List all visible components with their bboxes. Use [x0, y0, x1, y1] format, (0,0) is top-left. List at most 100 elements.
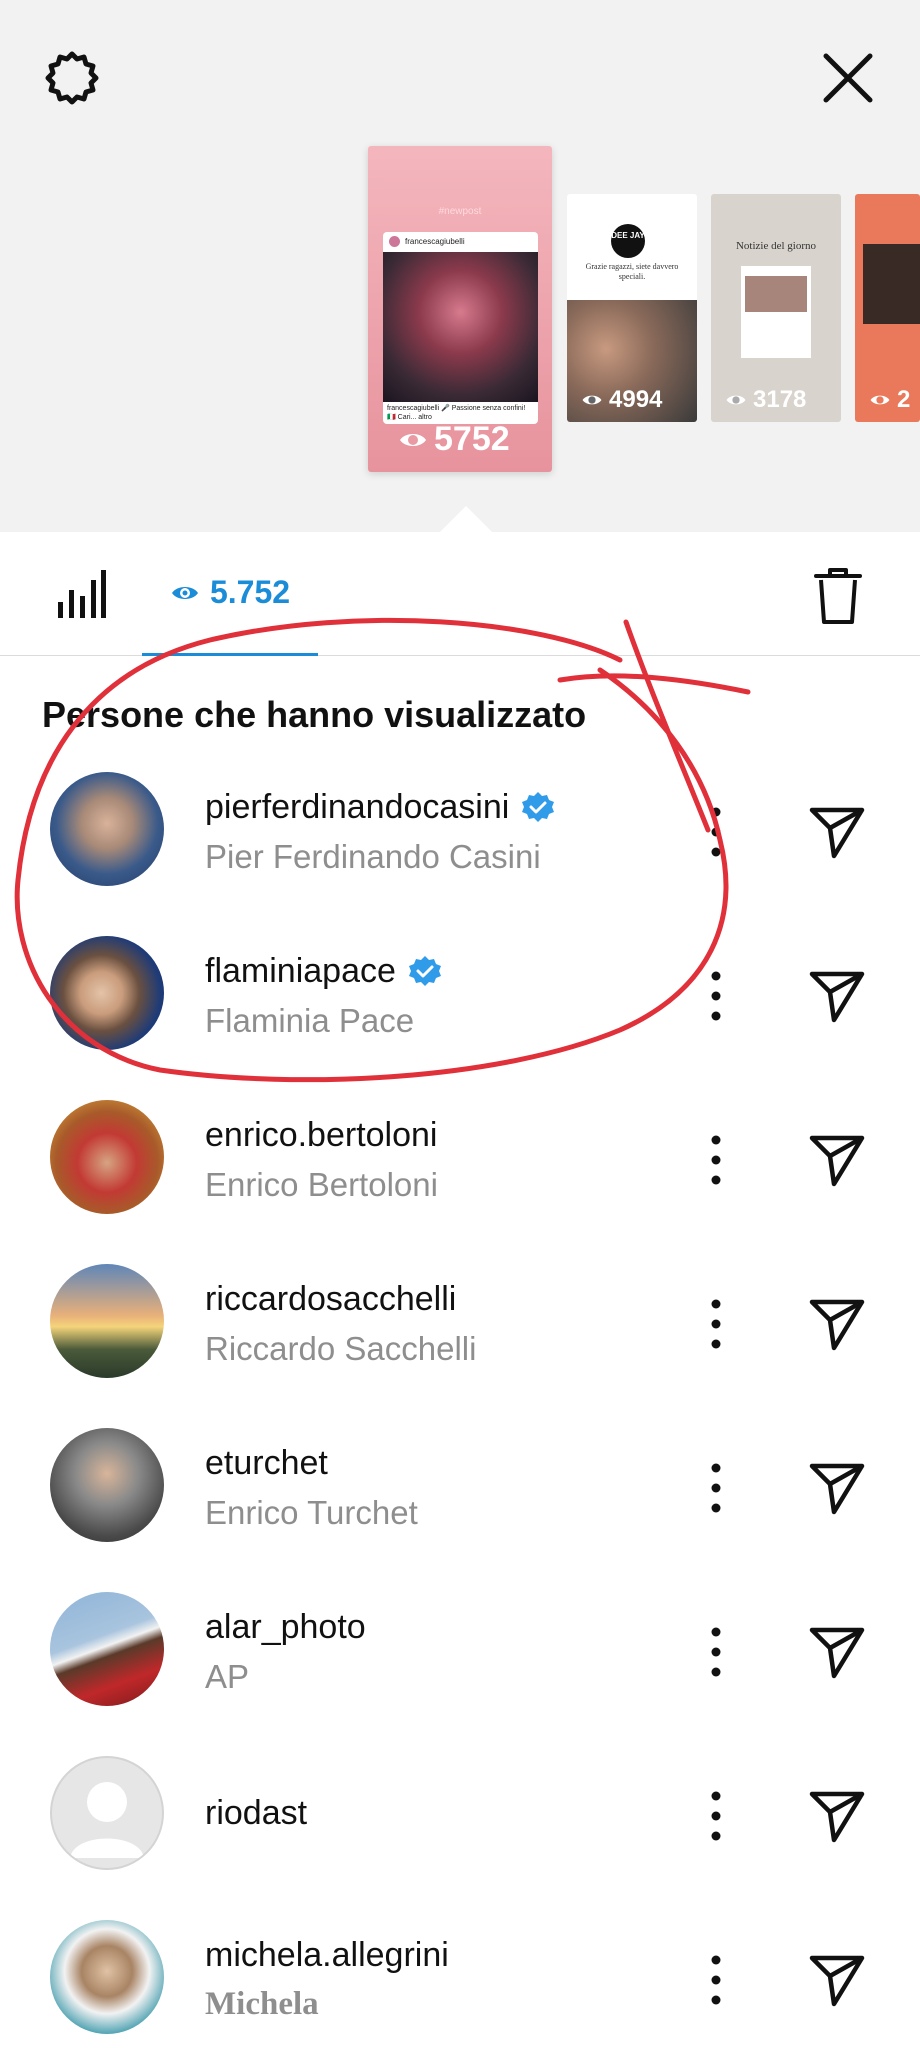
more-vertical-icon: [711, 971, 721, 1021]
username-text: riodast: [205, 1794, 308, 1832]
shared-post-card: francescagiubelli francescagiubelli 🎤 Pa…: [383, 232, 538, 424]
username-text: pierferdinandocasini: [205, 788, 510, 826]
tab-viewers[interactable]: 5.752: [142, 532, 318, 656]
story-title: Notizie del giorno: [735, 240, 817, 252]
send-icon: [809, 1463, 865, 1515]
viewer-row[interactable]: michela.allegrini Michela: [0, 1898, 920, 2048]
viewer-row[interactable]: riodast: [0, 1734, 920, 1898]
send-message-button[interactable]: [806, 1456, 868, 1518]
send-message-button[interactable]: [806, 1128, 868, 1190]
viewer-username[interactable]: riodast: [205, 1794, 307, 1833]
bar-chart-icon: [58, 570, 106, 618]
post-avatar: [389, 236, 400, 247]
section-title: Persone che hanno visualizzato: [42, 694, 587, 735]
news-card: [741, 266, 811, 358]
avatar[interactable]: [50, 1264, 164, 1378]
username-text: riccardosacchelli: [205, 1280, 457, 1318]
story-thumbnail[interactable]: 2: [855, 194, 920, 422]
more-options-button[interactable]: [704, 804, 728, 860]
story-views-value: 3178: [753, 386, 807, 413]
settings-button[interactable]: [36, 42, 108, 114]
default-avatar-icon: [70, 1782, 144, 1858]
story-thumbnail[interactable]: DEE JAY Grazie ragazzi, siete davvero sp…: [567, 194, 697, 422]
more-vertical-icon: [711, 1463, 721, 1513]
viewer-row[interactable]: alar_photo AP: [0, 1570, 920, 1734]
story-thumbnail[interactable]: Notizie del giorno 3178: [711, 194, 841, 422]
viewer-full-name: Flaminia Pace: [205, 1002, 415, 1039]
verified-badge-icon: [408, 955, 441, 986]
more-vertical-icon: [711, 1135, 721, 1185]
more-options-button[interactable]: [704, 1460, 728, 1516]
send-icon: [809, 1791, 865, 1843]
news-image: [745, 276, 807, 312]
story-photo: [863, 244, 920, 324]
more-vertical-icon: [711, 1791, 721, 1841]
send-message-button[interactable]: [806, 1784, 868, 1846]
story-views-value: 2: [897, 386, 911, 413]
more-vertical-icon: [711, 807, 721, 857]
tab-insights[interactable]: [56, 568, 106, 620]
avatar[interactable]: [50, 1592, 164, 1706]
more-vertical-icon: [711, 1627, 721, 1677]
send-message-button[interactable]: [806, 800, 868, 862]
gear-icon: [45, 51, 99, 105]
username-text: michela.allegrini: [205, 1936, 449, 1974]
send-message-button[interactable]: [806, 1620, 868, 1682]
viewer-full-name: Enrico Turchet: [205, 1494, 418, 1531]
send-message-button[interactable]: [806, 964, 868, 1026]
story-views-value: 4994: [609, 386, 663, 413]
more-options-button[interactable]: [704, 1624, 728, 1680]
avatar[interactable]: [50, 1100, 164, 1214]
viewer-full-name: Michela: [205, 1986, 319, 2022]
more-options-button[interactable]: [704, 1132, 728, 1188]
verified-badge-icon: [522, 791, 555, 822]
close-icon: [823, 53, 873, 103]
avatar[interactable]: [50, 772, 164, 886]
viewer-full-name: Pier Ferdinando Casini: [205, 838, 541, 875]
viewer-row[interactable]: pierferdinandocasini Pier Ferdinando Cas…: [0, 750, 920, 914]
avatar[interactable]: [50, 1756, 164, 1870]
send-icon: [809, 1955, 865, 2007]
send-icon: [809, 1627, 865, 1679]
avatar[interactable]: [50, 1920, 164, 2034]
story-view-count: 3178: [725, 386, 806, 414]
more-options-button[interactable]: [704, 1788, 728, 1844]
eye-icon: [726, 395, 746, 405]
viewer-row[interactable]: flaminiapace Flaminia Pace: [0, 914, 920, 1078]
more-options-button[interactable]: [704, 1296, 728, 1352]
viewer-username[interactable]: eturchet: [205, 1444, 328, 1483]
viewers-count: 5.752: [209, 574, 291, 610]
viewer-username[interactable]: enrico.bertoloni: [205, 1116, 437, 1155]
viewer-row[interactable]: riccardosacchelli Riccardo Sacchelli: [0, 1242, 920, 1406]
viewer-row[interactable]: enrico.bertoloni Enrico Bertoloni: [0, 1078, 920, 1242]
viewer-username[interactable]: alar_photo: [205, 1608, 366, 1647]
viewer-username[interactable]: pierferdinandocasini: [205, 788, 555, 827]
viewer-row[interactable]: eturchet Enrico Turchet: [0, 1406, 920, 1570]
insights-tab-bar: 5.752: [0, 532, 920, 656]
story-hashtag: #newpost: [438, 206, 482, 217]
send-icon: [809, 1299, 865, 1351]
more-options-button[interactable]: [704, 1952, 728, 2008]
viewer-username[interactable]: flaminiapace: [205, 952, 442, 991]
avatar[interactable]: [50, 936, 164, 1050]
username-text: eturchet: [205, 1444, 328, 1482]
viewer-username[interactable]: michela.allegrini: [205, 1936, 449, 1975]
deejay-logo: DEE JAY: [611, 224, 645, 258]
more-options-button[interactable]: [704, 968, 728, 1024]
username-text: flaminiapace: [205, 952, 396, 990]
avatar[interactable]: [50, 1428, 164, 1542]
story-thumbnail-selected[interactable]: #newpost francescagiubelli francescagiub…: [368, 146, 552, 472]
send-icon: [809, 1135, 865, 1187]
delete-button[interactable]: [812, 566, 864, 626]
story-view-count: 2: [869, 386, 910, 414]
close-button[interactable]: [812, 42, 884, 114]
eye-icon: [171, 586, 198, 599]
viewer-full-name: Riccardo Sacchelli: [205, 1330, 477, 1367]
viewer-username[interactable]: riccardosacchelli: [205, 1280, 456, 1319]
more-vertical-icon: [711, 1299, 721, 1349]
more-vertical-icon: [711, 1955, 721, 2005]
send-message-button[interactable]: [806, 1948, 868, 2010]
send-icon: [809, 971, 865, 1023]
send-message-button[interactable]: [806, 1292, 868, 1354]
story-text: Grazie ragazzi, siete davvero speciali.: [585, 262, 679, 281]
